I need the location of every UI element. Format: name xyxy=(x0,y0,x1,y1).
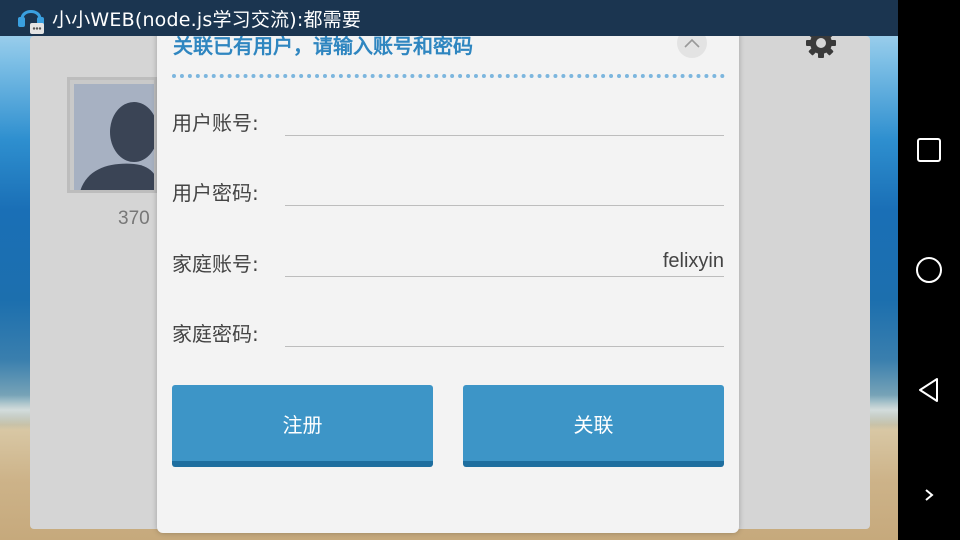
family-account-label: 家庭账号: xyxy=(172,252,259,276)
family-account-input[interactable]: felixyin xyxy=(285,247,724,277)
chevron-right-icon[interactable] xyxy=(911,477,947,513)
app-logo-icon xyxy=(14,1,48,35)
title-divider xyxy=(172,74,725,78)
back-icon[interactable] xyxy=(911,372,947,408)
user-account-label: 用户账号: xyxy=(172,111,259,135)
family-password-label: 家庭密码: xyxy=(172,322,259,346)
family-password-input[interactable] xyxy=(285,317,724,347)
status-bar: 小小WEB(node.js学习交流):都需要 xyxy=(0,0,898,36)
link-account-dialog: 关联已有用户，请输入账号和密码 用户账号: 用户密码: 家庭账号: felixy… xyxy=(157,24,739,533)
avatar-placeholder xyxy=(74,84,154,190)
avatar[interactable] xyxy=(67,77,157,193)
user-password-input[interactable] xyxy=(285,176,724,206)
register-button[interactable]: 注册 xyxy=(172,385,433,467)
recents-icon[interactable] xyxy=(911,132,947,168)
link-button[interactable]: 关联 xyxy=(463,385,724,467)
home-icon[interactable] xyxy=(911,252,947,288)
account-number-text: 370 xyxy=(118,208,150,229)
status-bar-title: 小小WEB(node.js学习交流):都需要 xyxy=(52,8,362,31)
user-account-input[interactable] xyxy=(285,106,724,136)
user-password-label: 用户密码: xyxy=(172,181,259,205)
navigation-bar xyxy=(898,0,960,540)
